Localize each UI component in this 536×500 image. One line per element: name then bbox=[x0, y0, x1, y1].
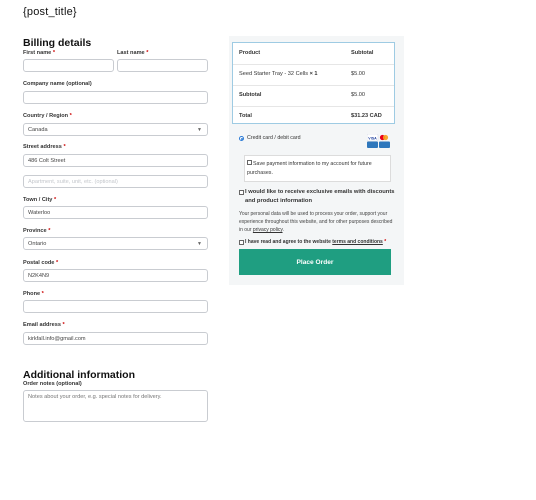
column-product: Product bbox=[239, 50, 261, 56]
privacy-policy-link[interactable]: privacy policy bbox=[253, 227, 283, 233]
mastercard-icon-circle bbox=[382, 134, 389, 141]
postal-label: Postal code * bbox=[23, 260, 59, 266]
phone-field[interactable] bbox=[23, 300, 208, 313]
column-subtotal: Subtotal bbox=[351, 50, 374, 56]
street-value: 486 Colt Street bbox=[28, 157, 66, 164]
payment-method-radio[interactable] bbox=[239, 136, 244, 141]
province-label: Province * bbox=[23, 228, 51, 234]
additional-heading: Additional information bbox=[23, 369, 135, 381]
terms-checkbox[interactable] bbox=[239, 240, 244, 245]
city-field[interactable]: Waterloo bbox=[23, 206, 208, 219]
divider bbox=[233, 64, 394, 65]
first-name-field[interactable] bbox=[23, 59, 114, 72]
phone-label: Phone * bbox=[23, 291, 44, 297]
subtotal-value: $5.00 bbox=[351, 92, 365, 98]
country-value: Canada bbox=[28, 126, 48, 133]
city-label: Town / City * bbox=[23, 197, 57, 203]
email-value: kirkfall.info@gmail.com bbox=[28, 335, 86, 342]
email-field[interactable]: kirkfall.info@gmail.com bbox=[23, 332, 208, 345]
card-icons: VISA bbox=[366, 133, 390, 148]
province-select[interactable]: Ontario ▼ bbox=[23, 237, 208, 250]
payment-method-label: Credit card / debit card bbox=[247, 135, 301, 141]
order-table: Product Subtotal Seed Starter Tray - 32 … bbox=[232, 42, 395, 124]
amex-icon bbox=[367, 141, 378, 148]
billing-heading: Billing details bbox=[23, 37, 92, 49]
chevron-down-icon: ▼ bbox=[197, 127, 202, 133]
card-brand-icons: VISA bbox=[366, 133, 391, 148]
company-label: Company name (optional) bbox=[23, 81, 92, 87]
item-price: $5.00 bbox=[351, 71, 365, 77]
privacy-notice: Your personal data will be used to proce… bbox=[239, 211, 393, 233]
country-select[interactable]: Canada ▼ bbox=[23, 123, 208, 136]
total-value: $31.23 CAD bbox=[351, 113, 382, 119]
city-value: Waterloo bbox=[28, 209, 51, 216]
postal-code-field[interactable]: N2K4N9 bbox=[23, 269, 208, 282]
street-address-field[interactable]: 486 Colt Street bbox=[23, 154, 208, 167]
company-field[interactable] bbox=[23, 91, 208, 104]
chevron-down-icon: ▼ bbox=[197, 241, 202, 247]
order-notes-label: Order notes (optional) bbox=[23, 381, 82, 387]
cart-item: Seed Starter Tray - 32 Cells × 1 bbox=[239, 71, 318, 77]
email-label: Email address * bbox=[23, 322, 65, 328]
first-name-label: First name * bbox=[23, 50, 56, 56]
newsletter-checkbox[interactable] bbox=[239, 190, 244, 195]
street-label: Street address * bbox=[23, 144, 66, 150]
province-value: Ontario bbox=[28, 240, 47, 247]
subtotal-label: Subtotal bbox=[239, 92, 262, 98]
divider bbox=[233, 85, 394, 86]
order-notes-field[interactable] bbox=[23, 390, 208, 422]
apartment-placeholder: Apartment, suite, unit, etc. (optional) bbox=[28, 178, 118, 185]
apartment-field[interactable]: Apartment, suite, unit, etc. (optional) bbox=[23, 175, 208, 188]
last-name-field[interactable] bbox=[117, 59, 208, 72]
visa-icon-text: VISA bbox=[368, 136, 377, 140]
country-label: Country / Region * bbox=[23, 113, 72, 119]
place-order-button[interactable]: Place Order bbox=[239, 249, 391, 275]
page-title: {post_title} bbox=[23, 6, 77, 18]
last-name-label: Last name * bbox=[117, 50, 149, 56]
divider bbox=[233, 106, 394, 107]
total-label: Total bbox=[239, 113, 252, 119]
terms-link[interactable]: terms and conditions bbox=[332, 239, 383, 245]
amex-icon-2 bbox=[379, 141, 390, 148]
save-payment-label: Save payment information to my account f… bbox=[247, 161, 372, 176]
postal-value: N2K4N9 bbox=[28, 272, 50, 279]
terms-label: I have read and agree to the website ter… bbox=[245, 239, 387, 245]
newsletter-label: I would like to receive exclusive emails… bbox=[245, 189, 395, 204]
